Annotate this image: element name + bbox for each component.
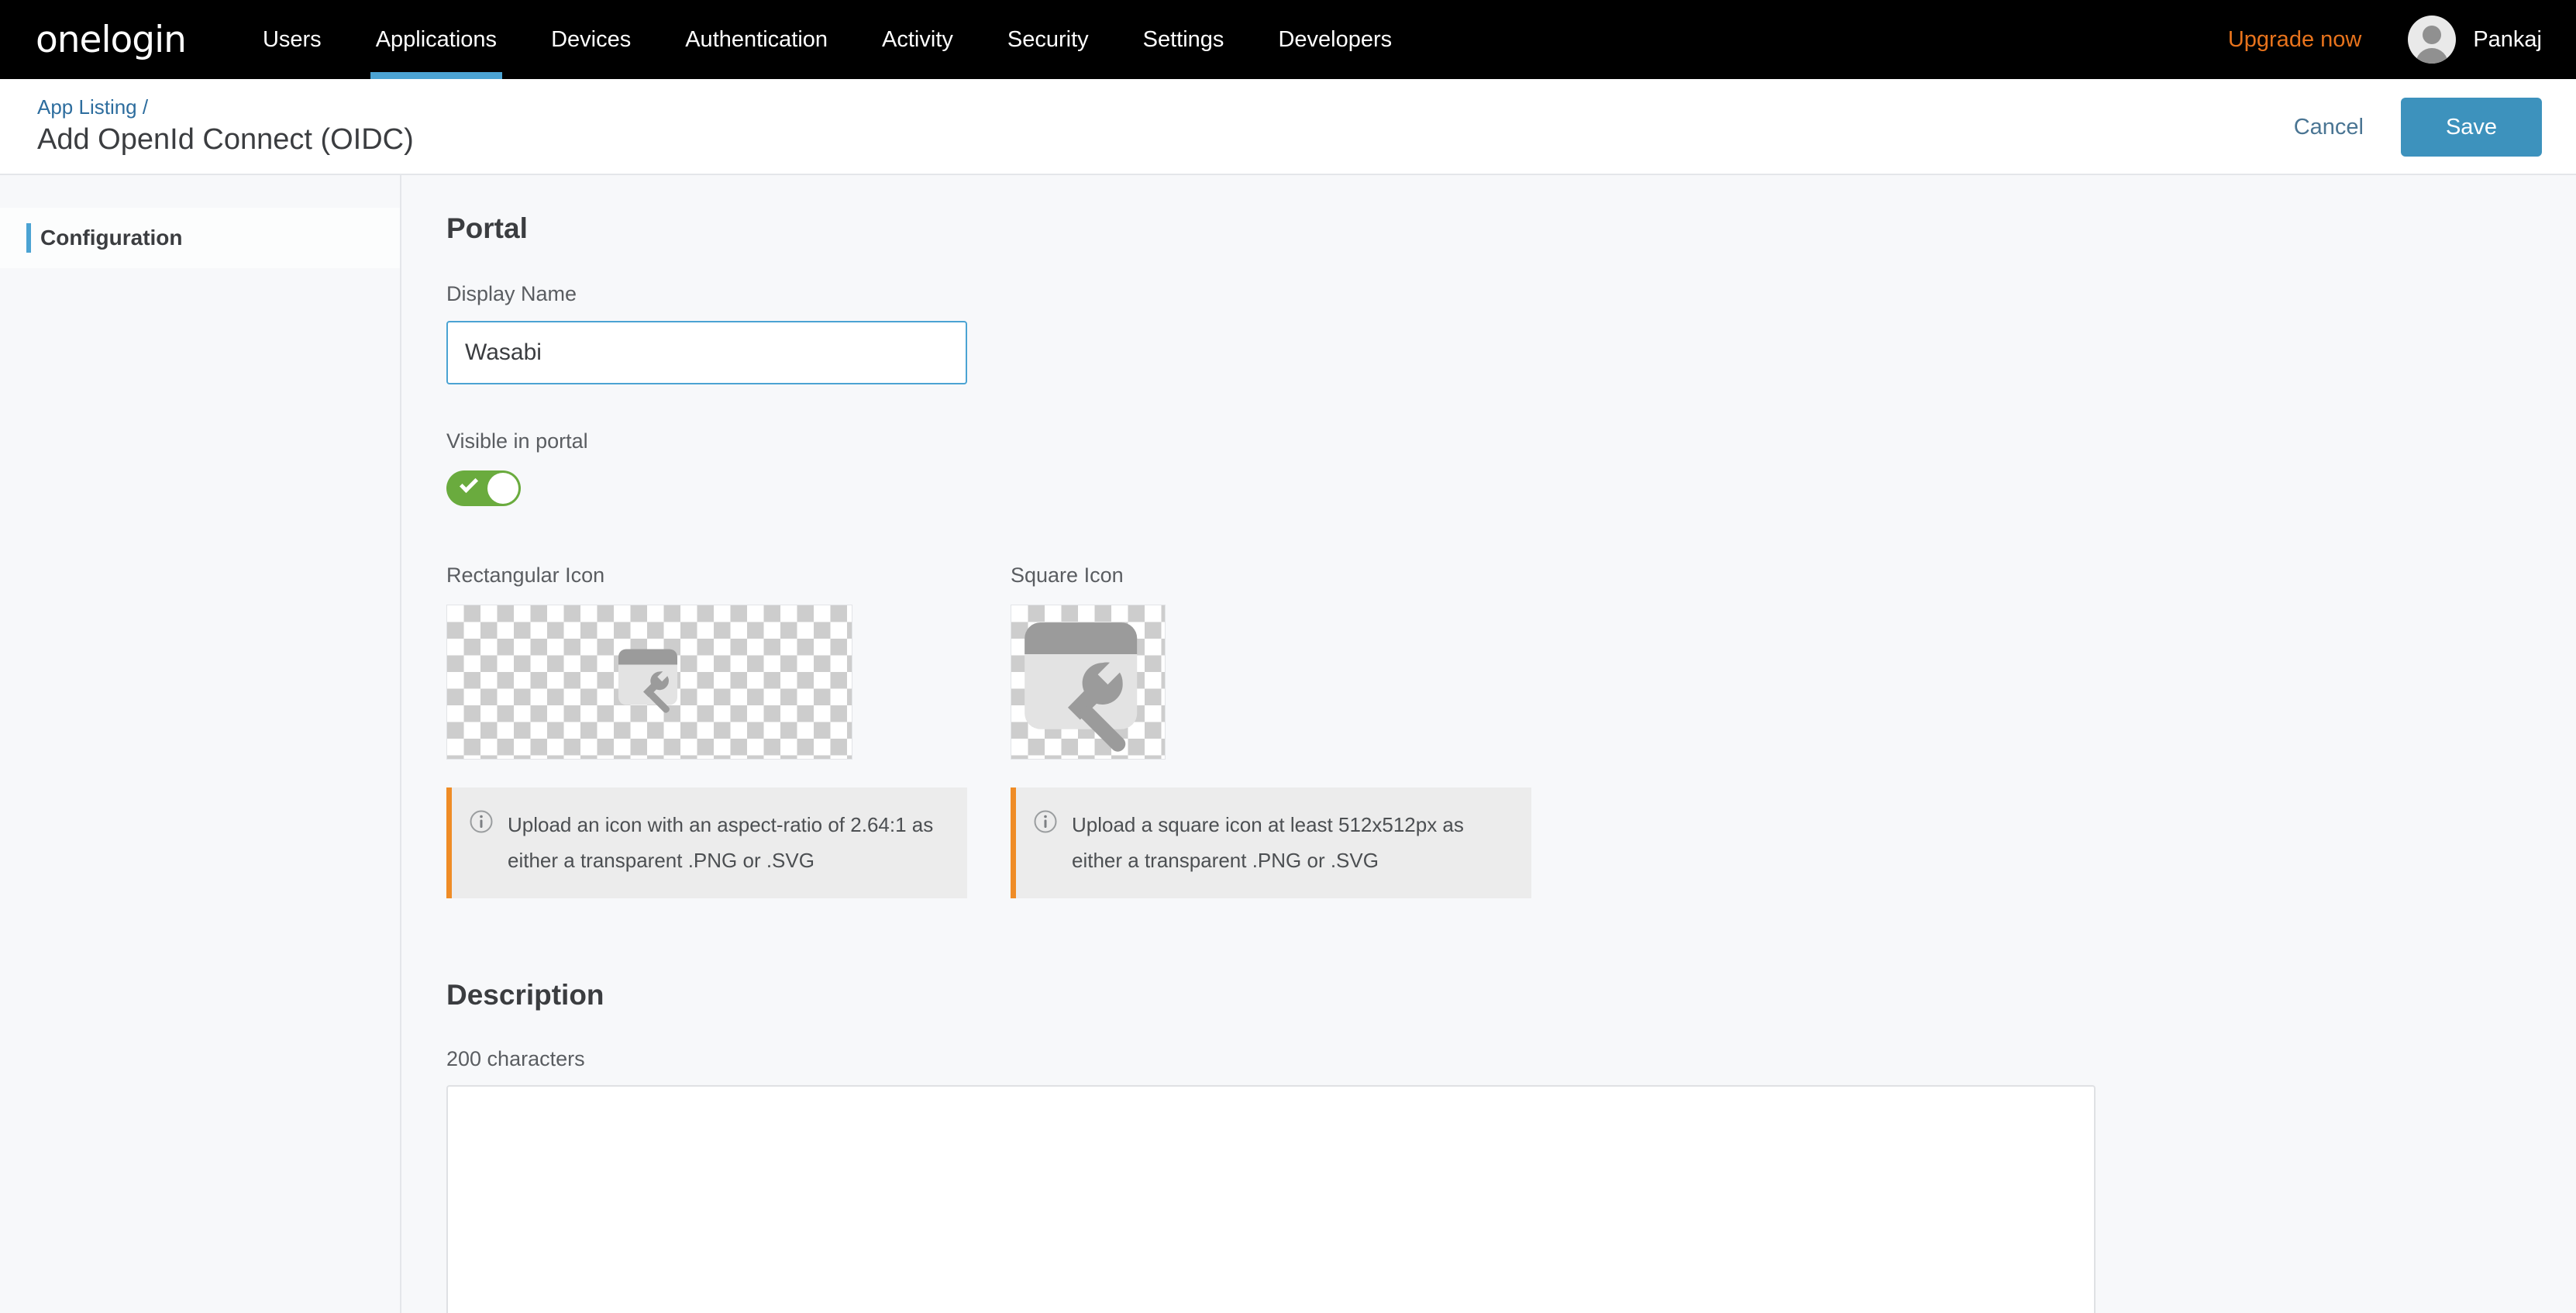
rectangular-icon-hint-text: Upload an icon with an aspect-ratio of 2… — [508, 813, 934, 872]
description-section: Description 200 characters — [446, 979, 2576, 1313]
page-title: Add OpenId Connect (OIDC) — [37, 123, 414, 157]
avatar[interactable] — [2408, 16, 2457, 64]
nav-item-applications[interactable]: Applications — [356, 0, 516, 79]
breadcrumb-app-listing[interactable]: App Listing / — [37, 96, 414, 119]
nav-item-devices[interactable]: Devices — [532, 0, 650, 79]
description-textarea[interactable] — [446, 1085, 2096, 1313]
onelogin-logo[interactable]: onelogin — [36, 22, 187, 58]
page-body: Configuration Portal Display Name Visibl… — [0, 175, 2576, 1313]
square-icon-preview[interactable] — [1011, 605, 1166, 760]
placeholder-app-wrench-icon — [611, 646, 688, 719]
display-name-input[interactable] — [446, 321, 967, 384]
square-icon-label: Square Icon — [1011, 563, 1124, 587]
active-accent-bar — [26, 223, 31, 253]
cancel-button[interactable]: Cancel — [2294, 115, 2364, 140]
rectangular-icon-hint-callout: Upload an icon with an aspect-ratio of 2… — [446, 787, 967, 898]
nav-item-developers[interactable]: Developers — [1259, 0, 1411, 79]
title-block: App Listing / Add OpenId Connect (OIDC) — [37, 96, 414, 157]
rectangular-icon-preview[interactable] — [446, 605, 852, 760]
info-icon — [469, 809, 494, 838]
display-name-field-group: Display Name — [446, 282, 2576, 384]
placeholder-app-wrench-icon — [1016, 608, 1160, 756]
sidebar: Configuration — [0, 175, 401, 1313]
page-header-actions: Cancel Save — [2294, 79, 2542, 175]
description-char-limit-label: 200 characters — [446, 1047, 585, 1070]
avatar-head-icon — [2423, 26, 2442, 44]
top-navigation-bar: onelogin Users Applications Devices Auth… — [0, 0, 2576, 79]
icon-upload-row: Rectangular Icon Upload an icon with an … — [446, 563, 2576, 898]
info-icon — [1033, 809, 1058, 838]
nav-item-users[interactable]: Users — [243, 0, 341, 79]
main-nav: Users Applications Devices Authenticatio… — [243, 0, 1427, 79]
description-section-heading: Description — [446, 979, 604, 1011]
visible-in-portal-toggle[interactable] — [446, 470, 521, 506]
portal-section-heading: Portal — [446, 212, 528, 244]
sidebar-item-label: Configuration — [40, 226, 183, 250]
nav-item-activity[interactable]: Activity — [863, 0, 973, 79]
nav-item-authentication[interactable]: Authentication — [666, 0, 847, 79]
username-label[interactable]: Pankaj — [2473, 27, 2542, 53]
upgrade-now-link[interactable]: Upgrade now — [2228, 27, 2362, 53]
main-content: Portal Display Name Visible in portal Re… — [401, 175, 2576, 1313]
nav-item-settings[interactable]: Settings — [1124, 0, 1244, 79]
rectangular-icon-label: Rectangular Icon — [446, 563, 605, 587]
check-icon — [459, 474, 479, 494]
top-nav-right: Upgrade now Pankaj — [2228, 0, 2542, 79]
visible-in-portal-label: Visible in portal — [446, 429, 588, 453]
visible-in-portal-group: Visible in portal — [446, 429, 2576, 506]
nav-item-security[interactable]: Security — [988, 0, 1108, 79]
square-icon-hint-callout: Upload a square icon at least 512x512px … — [1011, 787, 1531, 898]
page-header-bar: App Listing / Add OpenId Connect (OIDC) … — [0, 79, 2576, 175]
sidebar-item-configuration[interactable]: Configuration — [0, 208, 400, 268]
toggle-knob — [487, 473, 518, 504]
square-icon-group: Square Icon Upload a square icon at leas… — [1011, 563, 1531, 898]
save-button[interactable]: Save — [2401, 98, 2542, 157]
display-name-label: Display Name — [446, 282, 577, 305]
avatar-body-icon — [2416, 48, 2449, 64]
square-icon-hint-text: Upload a square icon at least 512x512px … — [1072, 813, 1464, 872]
rectangular-icon-group: Rectangular Icon Upload an icon with an … — [446, 563, 967, 898]
